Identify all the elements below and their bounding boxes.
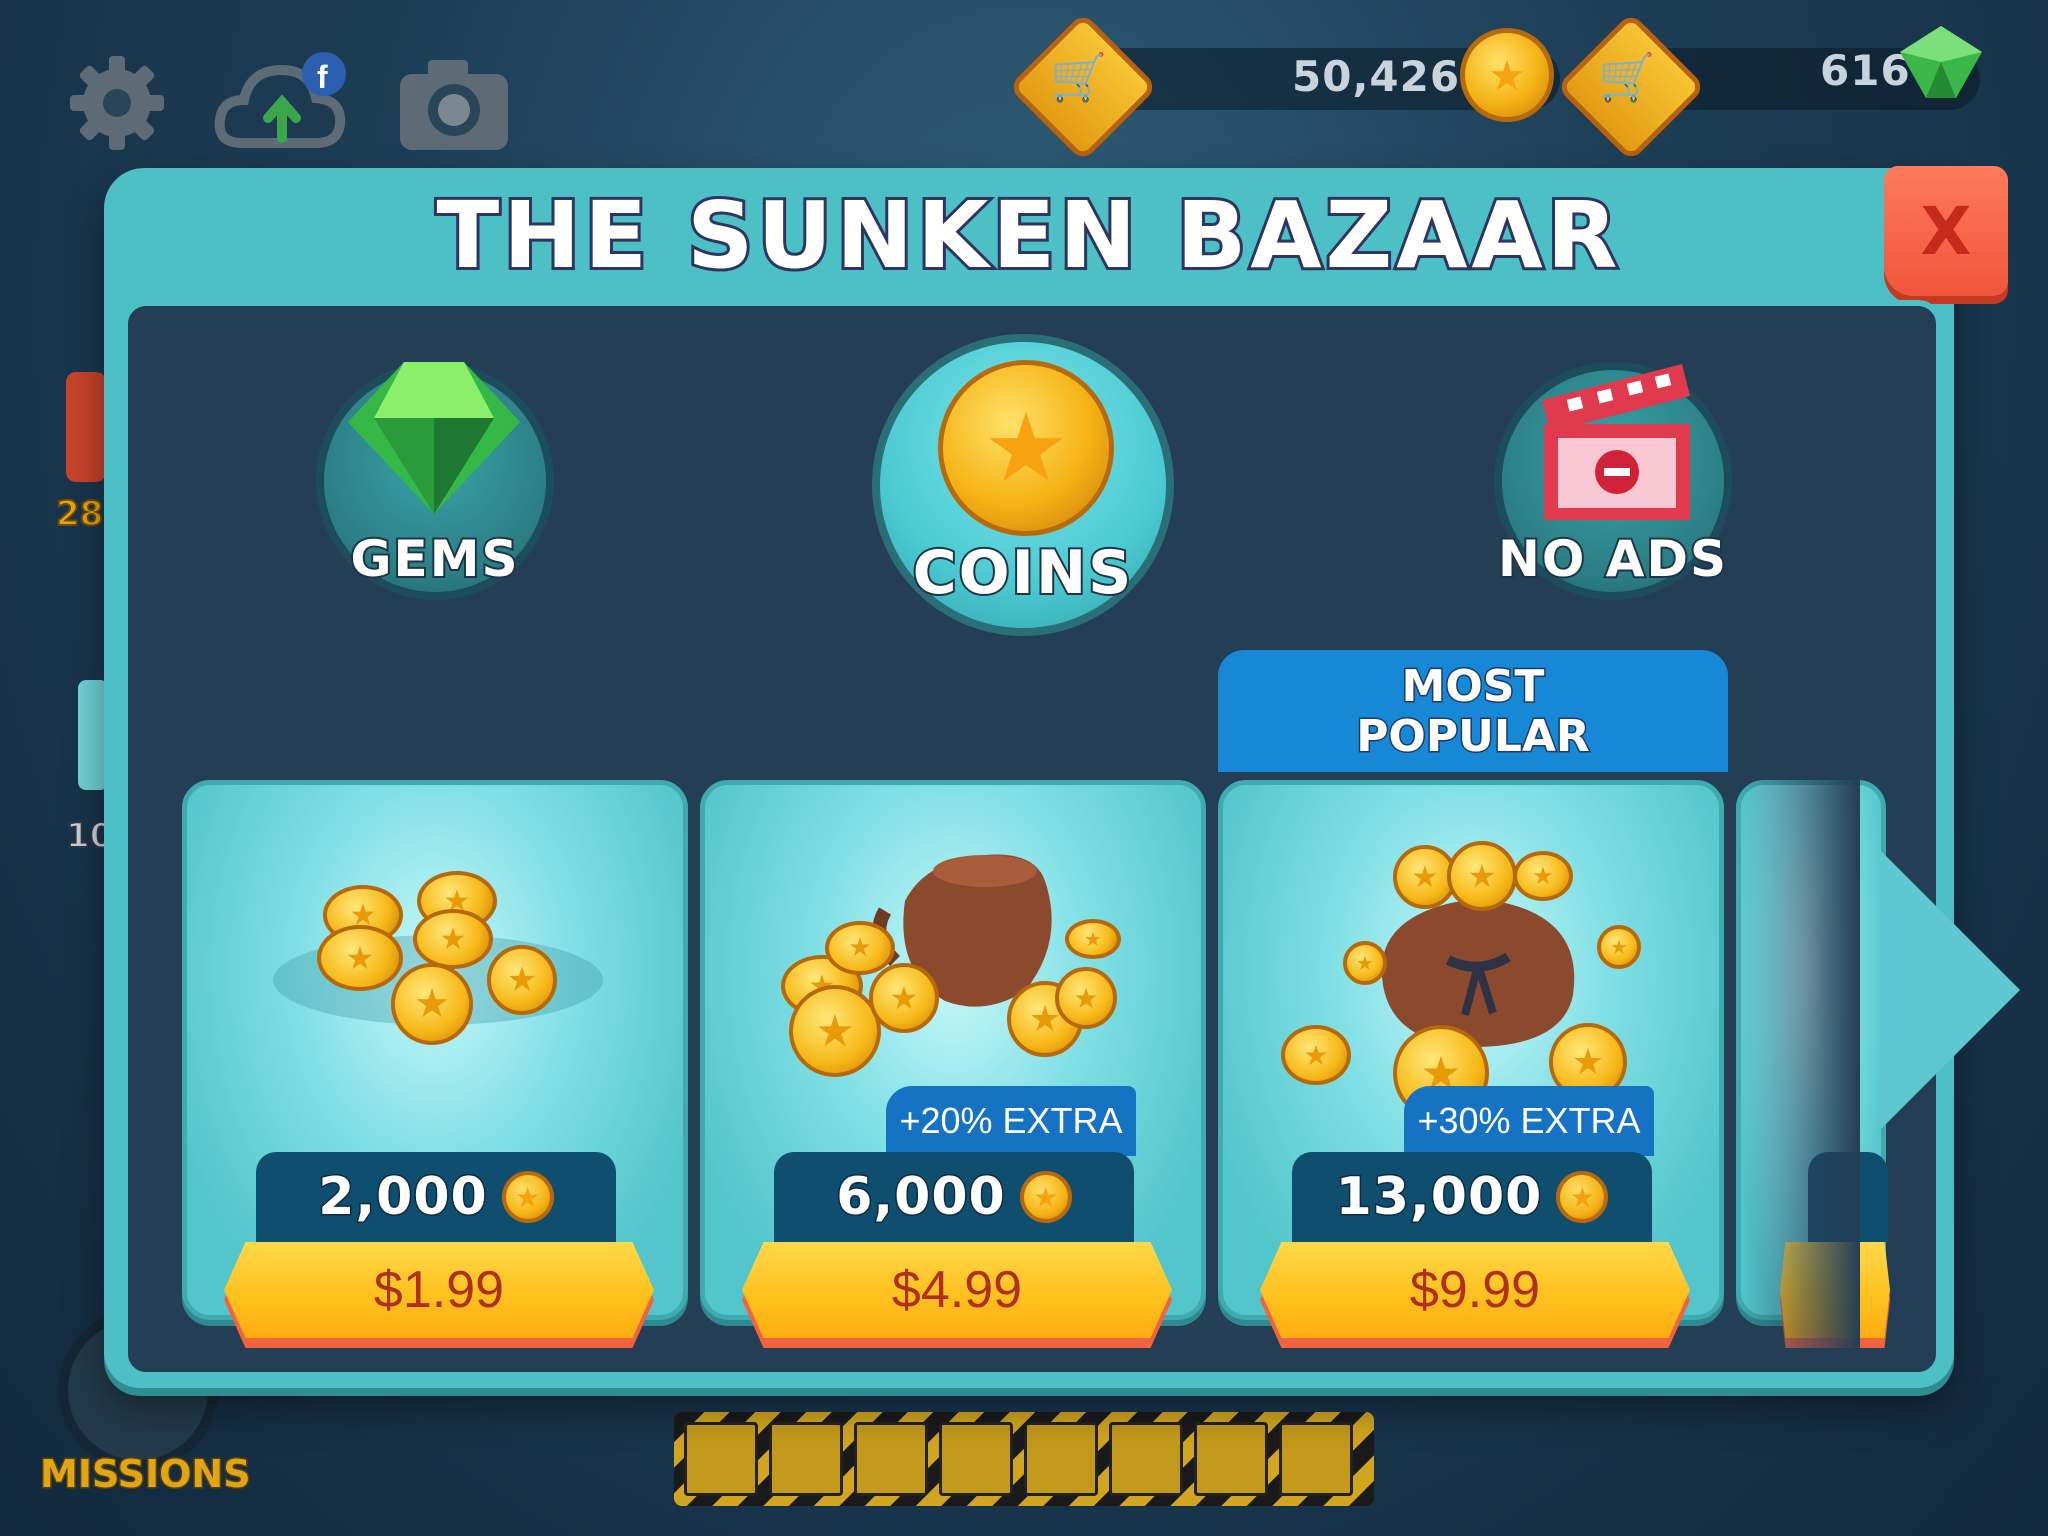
coin-icon: ★: [789, 985, 881, 1077]
pack-amount-value: 6,000: [835, 1166, 1006, 1229]
coin-icon: ★: [413, 909, 493, 969]
gem-icon: [348, 362, 520, 514]
coin-icon: ★: [1597, 925, 1641, 969]
background-count: 28: [55, 493, 104, 535]
shark-selector-strip: [674, 1412, 1374, 1506]
pack-amount: 2,000 ★: [256, 1152, 616, 1242]
coin-icon: ★: [1055, 967, 1117, 1029]
coin-icon: ★: [1556, 1171, 1609, 1223]
tab-gems-label: GEMS: [349, 528, 520, 590]
svg-text:f: f: [317, 59, 328, 95]
shopping-cart-icon: 🛒: [1050, 50, 1108, 104]
shark-silhouette-icon[interactable]: [1109, 1422, 1183, 1496]
shark-silhouette-icon[interactable]: [769, 1422, 843, 1496]
modal-title: THE SUNKEN BAZAAR: [433, 179, 1622, 292]
badge-line-1: MOST: [1400, 660, 1546, 713]
tab-coins[interactable]: ★ COINS: [868, 330, 1178, 636]
badge-line-2: POPULAR: [1355, 710, 1592, 763]
cloud-upload-facebook-icon[interactable]: f: [212, 48, 346, 148]
background-item: [66, 372, 106, 482]
shopping-cart-icon: 🛒: [1598, 50, 1656, 104]
next-arrow-icon[interactable]: [1880, 850, 2020, 1130]
coin-icon: ★: [938, 360, 1114, 536]
camera-icon[interactable]: [394, 48, 508, 150]
shark-silhouette-icon[interactable]: [684, 1422, 758, 1496]
buy-button[interactable]: $9.99: [1260, 1242, 1690, 1338]
tab-gems[interactable]: GEMS: [310, 350, 560, 610]
shark-silhouette-icon[interactable]: [1279, 1422, 1353, 1496]
coin-icon: ★: [825, 921, 895, 975]
coin-icon: ★: [1065, 919, 1121, 959]
tab-coins-label: COINS: [911, 536, 1134, 610]
coin-icon: ★: [391, 963, 473, 1045]
pack-amount-value: 13,000: [1334, 1166, 1543, 1229]
coin-icon: ★: [1343, 941, 1387, 985]
shark-silhouette-icon[interactable]: [939, 1422, 1013, 1496]
pack-amount-value: 2,000: [317, 1166, 488, 1229]
coin-icon: ★: [869, 963, 939, 1033]
settings-gear-icon[interactable]: [62, 48, 172, 150]
shark-silhouette-icon[interactable]: [854, 1422, 928, 1496]
close-button[interactable]: X: [1884, 166, 2008, 296]
scroll-fade: [1740, 780, 1860, 1360]
extra-bonus-badge: +20% EXTRA: [886, 1086, 1136, 1156]
coin-balance: 50,426: [1292, 52, 1461, 101]
pack-amount: 6,000 ★: [774, 1152, 1134, 1242]
buy-button[interactable]: $1.99: [224, 1242, 654, 1338]
coin-icon: ★: [501, 1171, 554, 1223]
tab-no-ads-label: NO ADS: [1496, 528, 1728, 590]
shark-silhouette-icon[interactable]: [1194, 1422, 1268, 1496]
gem-icon: [1900, 26, 1982, 98]
coin-icon: ★: [1019, 1171, 1072, 1223]
coin-icon: ★: [487, 945, 557, 1015]
buy-button[interactable]: $4.99: [742, 1242, 1172, 1338]
missions-label[interactable]: MISSIONS: [39, 1451, 253, 1498]
coin-icon: ★: [1460, 28, 1554, 122]
coin-icon: ★: [317, 925, 403, 991]
shark-silhouette-icon[interactable]: [1024, 1422, 1098, 1496]
coin-icon: ★: [1447, 841, 1517, 911]
pack-amount: 13,000 ★: [1292, 1152, 1652, 1242]
coin-icon: ★: [1513, 851, 1573, 901]
most-popular-badge: MOST POPULAR: [1218, 650, 1728, 772]
tab-no-ads[interactable]: NO ADS: [1488, 350, 1738, 610]
extra-bonus-badge: +30% EXTRA: [1404, 1086, 1654, 1156]
clapperboard-icon: [1542, 364, 1690, 520]
coin-icon: ★: [1281, 1025, 1351, 1085]
